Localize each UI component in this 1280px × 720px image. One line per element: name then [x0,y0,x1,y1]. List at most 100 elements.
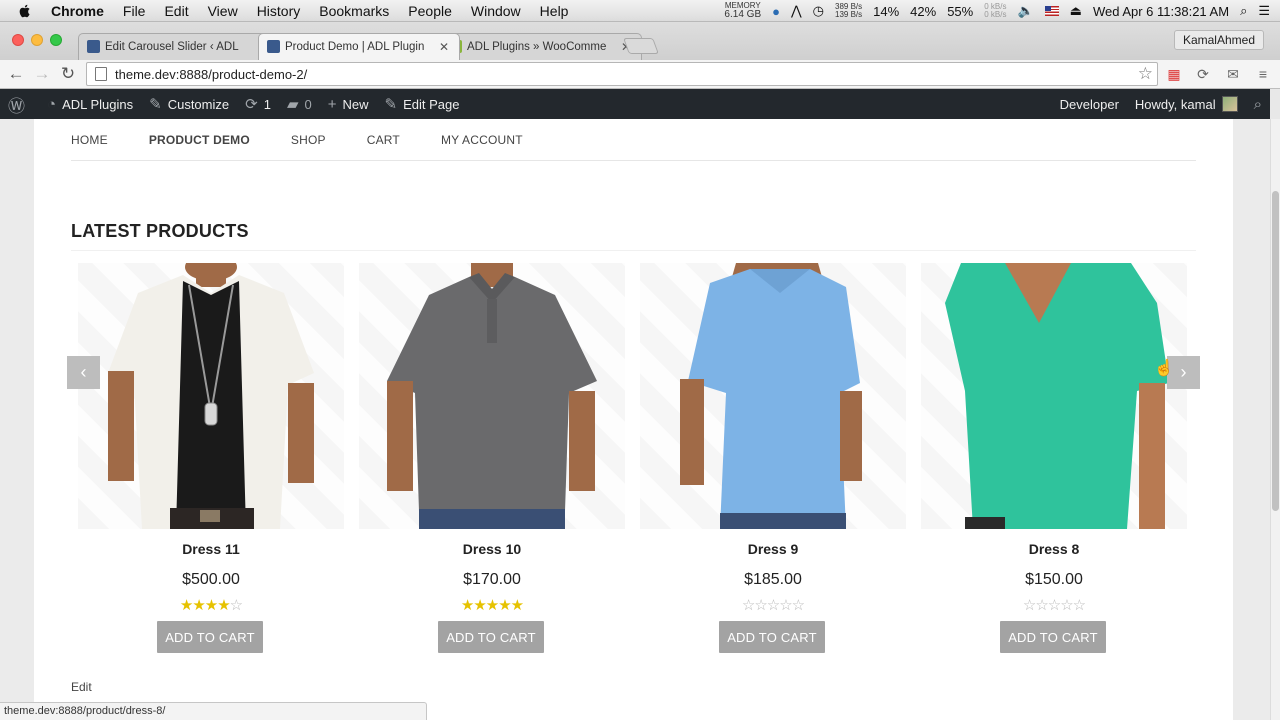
menu-history[interactable]: History [257,3,301,19]
wordpress-logo-icon[interactable]: Ⓦ [0,89,39,119]
product-price: $150.00 [1025,571,1083,588]
us-flag-icon[interactable] [1044,6,1059,16]
add-to-cart-button[interactable]: ADD TO CART [157,621,263,653]
nav-home[interactable]: HOME [71,133,108,147]
zoom-window-button[interactable] [50,34,62,46]
volume-icon[interactable]: 🔈 [1017,3,1033,19]
eject-icon[interactable]: ⏏ [1070,3,1082,19]
scrollbar-thumb[interactable] [1272,191,1279,511]
close-window-button[interactable] [12,34,24,46]
page-content: HOME PRODUCT DEMO SHOP CART MY ACCOUNT L… [34,119,1233,720]
edit-link[interactable]: Edit [71,680,92,694]
star-rating: ★★★★★ [359,596,625,614]
cpu-value[interactable]: 14% [873,4,899,19]
product-card: Dress 9 $185.00 ☆☆☆☆☆ ADD TO CART [640,263,906,663]
menu-people[interactable]: People [408,3,452,19]
spotlight-icon[interactable]: ⌕ [1240,3,1247,19]
datetime[interactable]: Wed Apr 6 11:38:21 AM [1093,4,1229,19]
star-empty-icon: ☆ [791,597,805,614]
product-name[interactable]: Dress 10 [359,541,625,557]
wp-admin-bar: Ⓦ ◔ ADL Plugins ✎ Customize ⟳ 1 ▰ 0 + New ✎ Ed… [0,89,1270,119]
product-image[interactable] [640,263,906,529]
apple-icon[interactable] [17,3,33,19]
battery1-value[interactable]: 42% [910,4,936,19]
customize-link[interactable]: ✎ Customize [141,89,237,119]
menu-window[interactable]: Window [471,3,521,19]
chevron-left-icon: ‹ [80,362,87,382]
back-arrow-icon[interactable]: ← [6,64,26,84]
clock-icon[interactable]: ◷ [813,3,824,19]
product-image[interactable] [359,263,625,529]
product-image[interactable] [78,263,344,529]
memory-monitor[interactable]: MEMORY 6.14 GB [724,2,761,20]
tab-edit-carousel[interactable]: Edit Carousel Slider ‹ ADL ✕ [78,33,281,60]
elephant-icon[interactable]: ● [772,4,780,19]
product-price: $500.00 [182,571,240,588]
profile-button[interactable]: KamalAhmed [1173,30,1264,50]
tab-title: Edit Carousel Slider ‹ ADL [105,41,239,53]
menu-help[interactable]: Help [540,3,569,19]
product-price: $170.00 [463,571,521,588]
tab-product-demo[interactable]: Product Demo | ADL Plugin ✕ [258,33,461,60]
add-to-cart-button[interactable]: ADD TO CART [719,621,825,653]
reload-icon[interactable]: ↻ [58,64,78,84]
address-bar[interactable]: theme.dev:8888/product-demo-2/ ☆ [86,62,1158,86]
admin-search-icon[interactable]: ⌕ [1246,89,1270,119]
dashboard-icon: ◔ [47,95,57,113]
site-name-link[interactable]: ◔ ADL Plugins [39,89,141,119]
product-price: $185.00 [744,571,802,588]
minimize-window-button[interactable] [31,34,43,46]
pencil-icon: ✎ [384,96,398,113]
star-empty-icon: ☆ [1022,597,1036,614]
chrome-menu-icon[interactable]: ≡ [1253,64,1273,84]
add-to-cart-button[interactable]: ADD TO CART [438,621,544,653]
tshirt-green-image [945,263,1169,529]
comments-count: 0 [304,96,312,112]
tab-adl-plugins[interactable]: ADL Plugins » WooComme ✕ [440,33,643,60]
star-empty-icon: ☆ [766,597,780,614]
menu-chrome[interactable]: Chrome [51,3,104,19]
star-empty-icon: ☆ [754,597,767,614]
page-scrollbar[interactable] [1270,119,1280,720]
product-name[interactable]: Dress 8 [921,541,1187,557]
page-viewport: HOME PRODUCT DEMO SHOP CART MY ACCOUNT L… [0,119,1270,720]
site-navigation: HOME PRODUCT DEMO SHOP CART MY ACCOUNT [71,133,564,147]
tab-title: Product Demo | ADL Plugin [285,41,425,53]
forward-arrow-icon[interactable]: → [32,64,52,84]
bookmark-star-icon[interactable]: ☆ [1138,64,1153,84]
nav-cart[interactable]: CART [367,133,400,147]
extension-red-icon[interactable]: ▦ [1164,64,1184,84]
updates-link[interactable]: ⟳ 1 [237,89,279,119]
network-monitor[interactable]: 389 B/s 139 B/s [835,3,862,19]
add-to-cart-button[interactable]: ADD TO CART [1000,621,1106,653]
menu-edit[interactable]: Edit [164,3,188,19]
carousel-prev-button[interactable]: ‹ [67,356,100,389]
battery2-value[interactable]: 55% [947,4,973,19]
extension-mail-icon[interactable]: ✉ [1223,64,1243,84]
tab-title: ADL Plugins » WooComme [467,41,607,53]
edit-page-link[interactable]: ✎ Edit Page [377,89,468,119]
product-name[interactable]: Dress 11 [78,541,344,557]
nav-product-demo[interactable]: PRODUCT DEMO [149,133,250,147]
new-content-link[interactable]: + New [320,89,377,119]
menu-view[interactable]: View [208,3,238,19]
creative-cloud-icon[interactable]: ⋀ [791,3,802,19]
product-image[interactable] [921,263,1187,529]
star-filled-icon: ★ [192,597,205,614]
tab-close-icon[interactable]: ✕ [439,40,449,54]
status-area: MEMORY 6.14 GB ● ⋀ ◷ 389 B/s 139 B/s 14%… [724,0,1270,22]
network2-monitor[interactable]: 0 kB/s 0 kB/s [984,3,1006,19]
comments-link[interactable]: ▰ 0 [279,89,320,119]
nav-shop[interactable]: SHOP [291,133,326,147]
notification-center-icon[interactable]: ☰ [1258,3,1270,19]
product-name[interactable]: Dress 9 [640,541,906,557]
menu-file[interactable]: File [123,3,146,19]
star-filled-icon: ★ [460,597,474,614]
menu-bookmarks[interactable]: Bookmarks [319,3,389,19]
developer-link[interactable]: Developer [1052,89,1127,119]
new-tab-button[interactable] [623,38,659,54]
nav-my-account[interactable]: MY ACCOUNT [441,133,523,147]
account-menu[interactable]: Howdy, kamal [1127,89,1246,119]
section-title: LATEST PRODUCTS [71,221,249,241]
extension-sync-icon[interactable]: ⟳ [1193,64,1213,84]
